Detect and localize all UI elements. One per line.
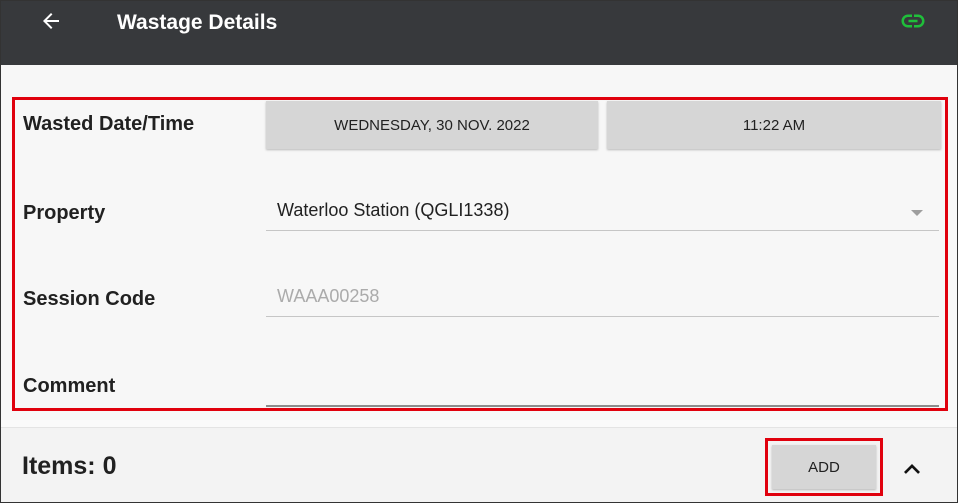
arrow-left-icon[interactable] xyxy=(39,9,63,33)
add-item-button[interactable]: ADD xyxy=(772,445,876,489)
session-code-field[interactable]: WAAA00258 xyxy=(266,280,939,317)
session-code-label: Session Code xyxy=(23,288,156,310)
items-count: Items: 0 xyxy=(22,452,117,480)
property-label: Property xyxy=(23,202,106,224)
comment-label: Comment xyxy=(23,375,116,397)
property-dropdown[interactable]: Waterloo Station (QGLI1338) xyxy=(266,194,939,231)
property-selected-value: Waterloo Station (QGLI1338) xyxy=(277,200,510,220)
page-title: Wastage Details xyxy=(117,11,278,34)
chevron-up-icon[interactable] xyxy=(898,456,926,480)
time-picker-button[interactable]: 11:22 AM xyxy=(607,101,941,149)
app-window: Wastage Details Wasted Date/Time WEDNESD… xyxy=(0,0,958,503)
link-icon[interactable] xyxy=(897,9,929,33)
date-picker-button[interactable]: WEDNESDAY, 30 NOV. 2022 xyxy=(266,101,598,149)
dropdown-arrow-icon xyxy=(911,210,923,216)
comment-field[interactable] xyxy=(266,369,939,407)
app-bar: Wastage Details xyxy=(1,1,957,65)
session-code-value: WAAA00258 xyxy=(277,286,380,306)
wasted-datetime-label: Wasted Date/Time xyxy=(23,113,195,135)
